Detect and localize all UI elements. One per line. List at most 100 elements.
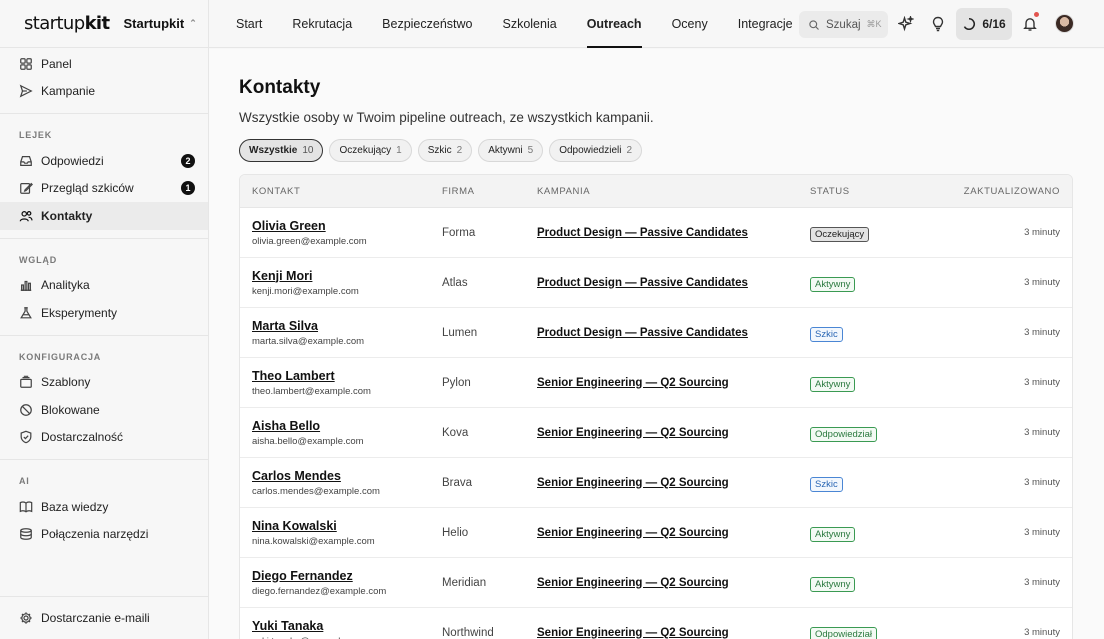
- updated-cell: 3 minuty: [1024, 527, 1060, 538]
- filter-chip-odpowiedzieli[interactable]: Odpowiedzieli 2: [549, 139, 643, 162]
- column-header-contact[interactable]: KONTAKT: [240, 186, 442, 197]
- status-cell: Aktywny: [810, 274, 930, 292]
- sidebar-item-baza-wiedzy[interactable]: Baza wiedzy: [0, 493, 208, 521]
- status-badge: Szkic: [810, 326, 843, 342]
- search-input[interactable]: Szukaj ⌘K: [799, 11, 888, 38]
- sidebar-item-panel[interactable]: Panel: [0, 50, 208, 78]
- contact-name-link[interactable]: Yuki Tanaka: [252, 619, 442, 633]
- sidebar-item-kampanie[interactable]: Kampanie: [0, 78, 208, 106]
- contact-email: carlos.mendes@example.com: [252, 485, 380, 497]
- sparkles-button[interactable]: [896, 13, 916, 35]
- updated-cell: 3 minuty: [1024, 577, 1060, 588]
- table-row[interactable]: Olivia Green olivia.green@example.com Form…: [240, 208, 1072, 258]
- tab-bezpieczenstwo[interactable]: Bezpieczeństwo: [367, 0, 487, 48]
- edit-icon: [19, 181, 33, 195]
- logo-text-light: startup: [24, 13, 85, 34]
- filter-chip-aktywni[interactable]: Aktywni 5: [478, 139, 544, 162]
- contact-name-link[interactable]: Theo Lambert: [252, 369, 442, 383]
- search-icon: [809, 19, 819, 30]
- filter-chip-oczekujacy[interactable]: Oczekujący 1: [329, 139, 412, 162]
- sidebar-item-przeglad-szkicow[interactable]: Przegląd szkiców 1: [0, 175, 208, 203]
- sidebar-item-eksperymenty[interactable]: Eksperymenty: [0, 299, 208, 327]
- workspace-name: Startupkit: [123, 16, 185, 31]
- campaign-link[interactable]: Senior Engineering — Q2 Sourcing: [537, 527, 810, 539]
- sidebar-item-kontakty[interactable]: Kontakty: [0, 202, 208, 230]
- status-cell: Aktywny: [810, 574, 930, 592]
- section-title: AI: [19, 476, 30, 486]
- company-cell: Brava: [442, 476, 473, 489]
- campaign-link[interactable]: Product Design — Passive Candidates: [537, 327, 810, 339]
- tab-integracje[interactable]: Integracje: [723, 0, 808, 48]
- company-cell: Pylon: [442, 376, 471, 389]
- contact-name-link[interactable]: Nina Kowalski: [252, 519, 442, 533]
- filter-chip-wszystkie[interactable]: Wszystkie 10: [239, 139, 324, 162]
- contact-name-link[interactable]: Marta Silva: [252, 319, 442, 333]
- notifications-button[interactable]: [1020, 12, 1040, 35]
- table-row[interactable]: Kenji Mori kenji.mori@example.com Atlas Pro…: [240, 258, 1072, 308]
- contact-name-link[interactable]: Carlos Mendes: [252, 469, 442, 483]
- column-header-company[interactable]: FIRMA: [442, 186, 537, 197]
- campaign-link[interactable]: Senior Engineering — Q2 Sourcing: [537, 427, 810, 439]
- table-row[interactable]: Theo Lambert theo.lambert@example.com Pylo…: [240, 358, 1072, 408]
- campaign-link[interactable]: Senior Engineering — Q2 Sourcing: [537, 577, 810, 589]
- updated-cell: 3 minuty: [1024, 227, 1060, 238]
- contact-name-link[interactable]: Diego Fernandez: [252, 569, 442, 583]
- sidebar-item-label: Połączenia narzędzi: [41, 527, 149, 542]
- avatar[interactable]: [1055, 14, 1074, 33]
- tab-outreach[interactable]: Outreach: [572, 0, 657, 48]
- table-row[interactable]: Diego Fernandez diego.fernandez@example.c…: [240, 558, 1072, 608]
- campaign-link[interactable]: Senior Engineering — Q2 Sourcing: [537, 477, 810, 489]
- company-cell: Lumen: [442, 326, 478, 339]
- spinner-icon: [964, 17, 976, 31]
- tab-rekrutacja[interactable]: Rekrutacja: [277, 0, 367, 48]
- sidebar-item-odpowiedzi[interactable]: Odpowiedzi 2: [0, 147, 208, 175]
- contact-cell: Theo Lambert theo.lambert@example.com: [240, 369, 442, 397]
- tab-oceny[interactable]: Oceny: [657, 0, 723, 48]
- table-row[interactable]: Nina Kowalski nina.kowalski@example.com He…: [240, 508, 1072, 558]
- table-row[interactable]: Marta Silva marta.silva@example.com Lumen P…: [240, 308, 1072, 358]
- table-row[interactable]: Carlos Mendes carlos.mendes@example.com Br…: [240, 458, 1072, 508]
- campaign-link[interactable]: Senior Engineering — Q2 Sourcing: [537, 377, 810, 389]
- template-icon: [19, 375, 33, 389]
- sidebar-item-blokowane[interactable]: Blokowane: [0, 396, 208, 424]
- gear-icon: [19, 611, 33, 625]
- campaign-link[interactable]: Product Design — Passive Candidates: [537, 227, 810, 239]
- chip-label: Wszystkie: [249, 145, 298, 156]
- status-cell: Szkic: [810, 474, 930, 492]
- logo[interactable]: startupkit: [24, 13, 110, 34]
- sidebar-item-polaczenia-narzedzi[interactable]: Połączenia narzędzi: [0, 521, 208, 549]
- nav-bottom: Dostarczanie e-maili: [0, 595, 208, 639]
- contact-name-link[interactable]: Kenji Mori: [252, 269, 442, 283]
- tab-szkolenia[interactable]: Szkolenia: [487, 0, 571, 48]
- section-title: KONFIGURACJA: [19, 351, 102, 362]
- status-badge: Odpowiedział: [810, 426, 878, 442]
- sidebar-item-analityka[interactable]: Analityka: [0, 272, 208, 300]
- progress-button[interactable]: 6/16: [956, 8, 1012, 40]
- contact-cell: Diego Fernandez diego.fernandez@example.c…: [240, 569, 442, 597]
- filter-chip-szkic[interactable]: Szkic 2: [417, 139, 473, 162]
- company-cell: Meridian: [442, 576, 487, 589]
- table-row[interactable]: Aisha Bello aisha.bello@example.com Kova Se…: [240, 408, 1072, 458]
- status-badge: Oczekujący: [810, 226, 870, 242]
- nav-main: Panel Kampanie: [0, 48, 208, 114]
- chip-count: 1: [396, 145, 402, 156]
- company-cell: Northwind: [442, 626, 494, 639]
- sidebar-item-dostarczalnosc[interactable]: Dostarczalność: [0, 424, 208, 452]
- brand-bar: startupkit Startupkit ⌃: [0, 0, 208, 48]
- campaign-link[interactable]: Product Design — Passive Candidates: [537, 277, 810, 289]
- lightbulb-icon: [932, 16, 944, 32]
- contact-name-link[interactable]: Aisha Bello: [252, 419, 442, 433]
- column-header-updated[interactable]: ZAKTUALIZOWANO: [930, 186, 1072, 197]
- workspace-switcher[interactable]: Startupkit ⌃: [124, 16, 197, 31]
- chip-label: Aktywni: [488, 145, 523, 156]
- sidebar-item-dostarczanie-e-maili[interactable]: Dostarczanie e-maili: [0, 605, 208, 633]
- sidebar-item-szablony[interactable]: Szablony: [0, 369, 208, 397]
- campaign-link[interactable]: Senior Engineering — Q2 Sourcing: [537, 627, 810, 639]
- contact-name-link[interactable]: Olivia Green: [252, 219, 442, 233]
- ideas-button[interactable]: [928, 13, 948, 35]
- column-header-status[interactable]: STATUS: [810, 186, 930, 197]
- tab-start[interactable]: Start: [209, 0, 277, 48]
- column-header-campaign[interactable]: KAMPANIA: [537, 186, 810, 197]
- nav-section-konfiguracja: KONFIGURACJA Szablony Blokowane Dostarcz…: [0, 336, 208, 460]
- table-row[interactable]: Yuki Tanaka yuki.tanaka@example.comNorthw…: [240, 608, 1072, 639]
